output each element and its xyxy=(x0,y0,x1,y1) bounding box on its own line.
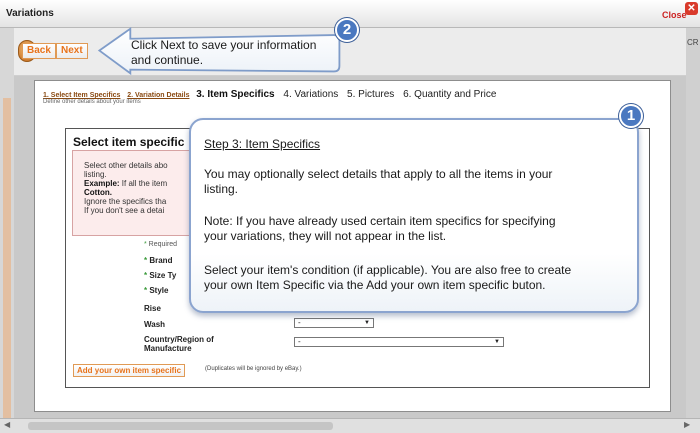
callout-badge-1: 1 xyxy=(619,104,643,128)
tooltip-line: Note: If you have already used certain i… xyxy=(204,214,556,228)
horizontal-scrollbar[interactable]: ◀ ▶ xyxy=(0,418,700,433)
chevron-down-icon: ▼ xyxy=(364,320,370,326)
country-label-line2: Manufacture xyxy=(144,344,192,353)
wash-label: Wash xyxy=(144,320,166,329)
close-link[interactable]: Close xyxy=(662,10,687,20)
tooltip-paragraph-3: Select your item's condition (if applica… xyxy=(204,263,624,293)
close-icon[interactable]: ✕ xyxy=(685,2,698,15)
country-select-value: - xyxy=(298,337,301,346)
tooltip-line: You may optionally select details that a… xyxy=(204,167,553,181)
callout-badge-2: 2 xyxy=(335,18,359,42)
wash-select[interactable]: - ▼ xyxy=(294,318,374,328)
tooltip-next-line: Click Next to save your information xyxy=(131,38,317,52)
step-quantity-price: 6. Quantity and Price xyxy=(403,89,497,100)
tooltip-heading: Step 3: Item Specifics xyxy=(204,137,321,151)
step-current-item-specifics: 3. Item Specifics xyxy=(196,89,275,100)
left-background-strip xyxy=(0,28,14,433)
dialog-title: Variations xyxy=(6,8,54,19)
brand-label-text: Brand xyxy=(149,256,173,265)
tooltip-paragraph-2: Note: If you have already used certain i… xyxy=(204,214,624,244)
wash-select-value: - xyxy=(298,318,301,327)
right-edge-text: CR xyxy=(687,38,699,47)
info-example-text: If all the item xyxy=(119,179,168,188)
next-button[interactable]: Next xyxy=(56,43,88,59)
country-label: Country/Region of Manufacture xyxy=(144,335,214,353)
country-label-line1: Country/Region of xyxy=(144,335,214,344)
size-type-label: * Size Ty xyxy=(144,271,176,280)
tooltip-line: listing. xyxy=(204,182,239,196)
country-select[interactable]: - ▼ xyxy=(294,337,504,347)
required-note: * Required xyxy=(144,241,177,248)
tooltip-item-specifics: Step 3: Item Specifics You may optionall… xyxy=(189,118,639,313)
rise-label: Rise xyxy=(144,304,161,313)
step-subtitle: Define other details about your items xyxy=(43,99,141,105)
step-link-variation-details[interactable]: 2. Variation Details xyxy=(127,92,189,99)
step-variations: 4. Variations xyxy=(283,89,339,100)
scrollbar-thumb[interactable] xyxy=(28,422,333,430)
step-link-select-item-specifics[interactable]: 1. Select Item Specifics xyxy=(43,92,120,99)
back-button[interactable]: Back xyxy=(22,43,56,59)
size-type-label-text: Size Ty xyxy=(149,271,177,280)
tooltip-line: your own Item Specific via the Add your … xyxy=(204,278,546,292)
tooltip-paragraph-1: You may optionally select details that a… xyxy=(204,167,624,197)
style-label: * Style xyxy=(144,286,168,295)
required-note-text: Required xyxy=(148,241,178,248)
duplicates-note: (Duplicates will be ignored by eBay.) xyxy=(205,366,302,372)
info-example-label: Example: xyxy=(84,179,120,188)
chevron-down-icon: ▼ xyxy=(494,339,500,345)
section-title: Select item specific xyxy=(73,135,185,149)
left-accent-bar xyxy=(3,98,11,428)
scroll-right-icon[interactable]: ▶ xyxy=(684,420,690,429)
tooltip-line: your variations, they will not appear in… xyxy=(204,229,447,243)
info-line-bold: Cotton. xyxy=(84,188,112,197)
right-background-strip: CR xyxy=(686,28,700,433)
step-pictures: 5. Pictures xyxy=(347,89,395,100)
tooltip-line: Select your item's condition (if applica… xyxy=(204,263,572,277)
tooltip-next-text: Click Next to save your information and … xyxy=(131,38,346,68)
add-own-specific-button[interactable]: Add your own item specific xyxy=(73,364,186,377)
scroll-left-icon[interactable]: ◀ xyxy=(4,420,10,429)
brand-label: * Brand xyxy=(144,256,172,265)
style-label-text: Style xyxy=(149,286,169,295)
tooltip-next-line: and continue. xyxy=(131,53,204,67)
